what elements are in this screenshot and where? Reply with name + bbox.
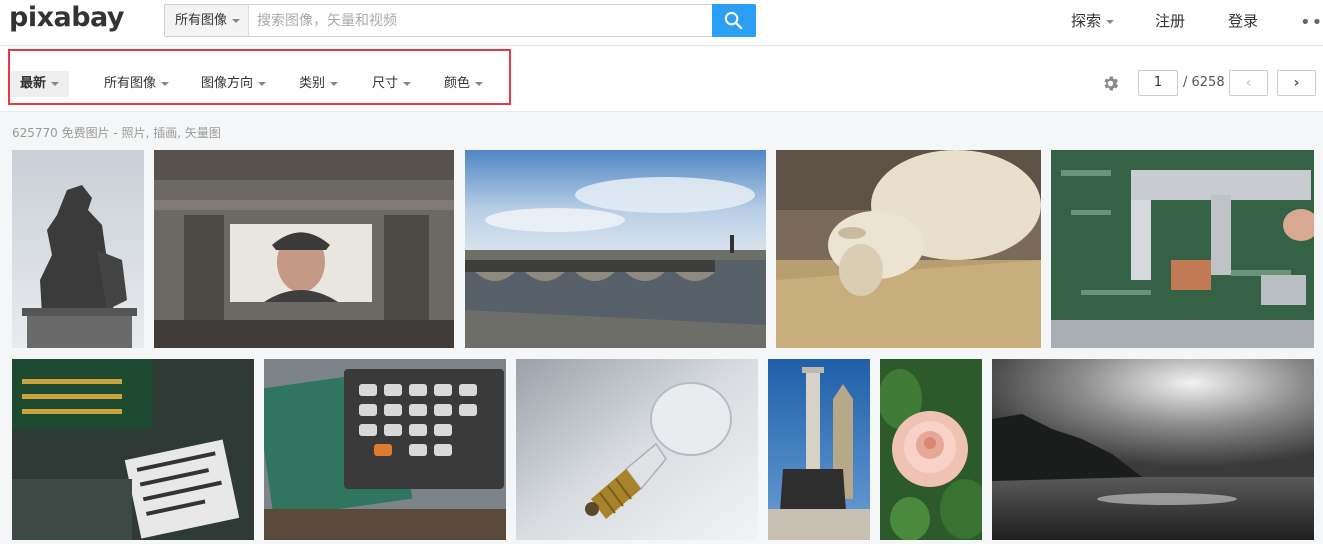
image-thumb-light-bulb[interactable] xyxy=(516,359,758,540)
filter-size-label: 尺寸 xyxy=(372,76,399,91)
filter-color[interactable]: 颜色 xyxy=(444,71,484,97)
chevron-down-icon xyxy=(258,81,267,86)
chevron-down-icon xyxy=(51,81,60,86)
column-monument-image xyxy=(768,359,870,540)
laptop-internals-image xyxy=(12,359,254,540)
prev-page-button[interactable]: ‹ xyxy=(1229,70,1268,96)
caliper-circuit-image xyxy=(1051,150,1314,348)
page-number-input[interactable]: 1 xyxy=(1138,70,1178,96)
more-menu-icon[interactable]: ••• xyxy=(1300,12,1323,33)
image-thumb-caliper-circuit[interactable] xyxy=(1051,150,1314,348)
image-thumb-building-mural[interactable] xyxy=(154,150,454,348)
sheep-image xyxy=(776,150,1041,348)
next-page-button[interactable]: › xyxy=(1277,70,1316,96)
page-total: / 6258 xyxy=(1183,75,1225,90)
image-thumb-sea-cliffs[interactable] xyxy=(992,359,1314,540)
light-bulb-image xyxy=(516,359,758,540)
filter-orientation-label: 图像方向 xyxy=(201,76,254,91)
search-bar: 所有图像 xyxy=(164,4,756,37)
search-input[interactable] xyxy=(249,5,712,36)
river-bridge-image xyxy=(465,150,766,348)
search-button[interactable] xyxy=(712,4,756,37)
chevron-down-icon xyxy=(1106,19,1115,24)
chevron-down-icon xyxy=(161,81,170,86)
filter-bar: 最新 所有图像 图像方向 类别 尺寸 颜色 1 / 6258 ‹ › xyxy=(0,47,1323,112)
gear-icon[interactable] xyxy=(1101,74,1120,93)
search-type-label: 所有图像 xyxy=(175,13,228,28)
filter-latest[interactable]: 最新 xyxy=(11,71,70,97)
filter-size[interactable]: 尺寸 xyxy=(372,71,412,97)
chevron-down-icon xyxy=(475,81,484,86)
nav-register[interactable]: 注册 xyxy=(1155,10,1185,31)
filter-all-images[interactable]: 所有图像 xyxy=(104,71,170,97)
building-mural-image xyxy=(154,150,454,348)
image-thumb-statue[interactable] xyxy=(12,150,144,348)
image-thumb-column-monument[interactable] xyxy=(768,359,870,540)
filter-all-images-label: 所有图像 xyxy=(104,76,157,91)
image-thumb-calculator-circuit[interactable] xyxy=(264,359,506,540)
results-count-text: 625770 免费图片 - 照片, 插画, 矢量图 xyxy=(12,126,221,140)
filter-color-label: 颜色 xyxy=(444,76,471,91)
filter-category-label: 类别 xyxy=(299,76,326,91)
chevron-down-icon xyxy=(403,81,412,86)
image-thumb-river-bridge[interactable] xyxy=(465,150,766,348)
filter-category[interactable]: 类别 xyxy=(299,71,339,97)
calculator-circuit-image xyxy=(264,359,506,540)
pixabay-logo[interactable]: pixabay xyxy=(9,2,125,33)
statue-image xyxy=(12,150,144,348)
sea-cliffs-image xyxy=(992,359,1314,540)
image-thumb-pink-rose[interactable] xyxy=(880,359,982,540)
filter-orientation[interactable]: 图像方向 xyxy=(201,71,267,97)
image-thumb-laptop-internals[interactable] xyxy=(12,359,254,540)
filter-latest-label: 最新 xyxy=(20,76,47,91)
chevron-down-icon xyxy=(232,18,241,23)
search-type-dropdown[interactable]: 所有图像 xyxy=(165,5,249,36)
nav-login[interactable]: 登录 xyxy=(1228,10,1258,31)
nav-explore[interactable]: 探索 xyxy=(1071,10,1115,31)
search-icon xyxy=(724,11,743,30)
nav-explore-label: 探索 xyxy=(1071,12,1102,30)
pink-rose-image xyxy=(880,359,982,540)
chevron-down-icon xyxy=(330,81,339,86)
image-thumb-sheep[interactable] xyxy=(776,150,1041,348)
top-bar: pixabay 所有图像 探索 注册 登录 ••• xyxy=(0,0,1323,46)
